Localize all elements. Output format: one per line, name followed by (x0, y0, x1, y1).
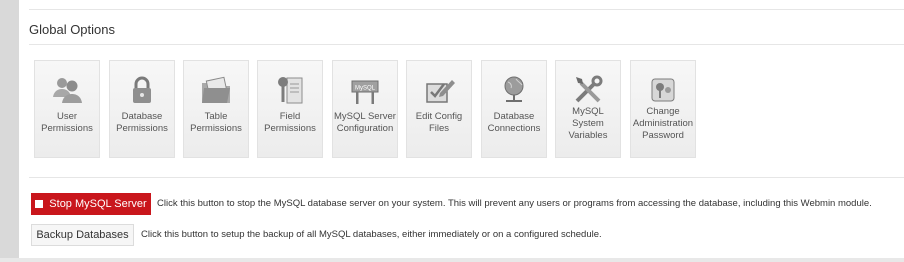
tile-user-permissions[interactable]: User Permissions (34, 60, 100, 158)
tile-label: MySQL System Variables (568, 106, 608, 141)
actions-divider (29, 177, 904, 178)
tile-label: User Permissions (41, 111, 93, 134)
tile-label: Field Permissions (264, 111, 316, 134)
bottom-border (0, 258, 904, 262)
stop-mysql-server-button[interactable]: Stop MySQL Server (31, 193, 151, 215)
tile-database-connections[interactable]: Database Connections (481, 60, 547, 158)
stop-description: Click this button to stop the MySQL data… (157, 198, 872, 209)
users-icon (53, 78, 82, 103)
section-divider (29, 44, 904, 45)
global-options-panel: Global Options User Permissions Database… (19, 0, 904, 258)
mysql-sign-icon: MySQL (351, 80, 379, 104)
tile-label: Table Permissions (190, 111, 242, 134)
lock-icon (133, 76, 151, 103)
backup-databases-button[interactable]: Backup Databases (31, 224, 134, 246)
tile-mysql-system-variables[interactable]: MySQL System Variables (555, 60, 621, 158)
tile-field-permissions[interactable]: Field Permissions (257, 60, 323, 158)
tile-label: Database Connections (487, 111, 541, 134)
section-title: Global Options (29, 22, 115, 37)
tile-label: Database Permissions (116, 111, 168, 134)
file-key-icon (278, 77, 303, 104)
backup-button-label: Backup Databases (36, 229, 129, 241)
tile-edit-config-files[interactable]: Edit Config Files (406, 60, 472, 158)
top-divider (29, 9, 904, 10)
edit-checkbox-icon (426, 80, 455, 103)
tile-label: Change Administration Password (632, 106, 694, 141)
tools-icon (575, 75, 603, 103)
svg-text:MySQL: MySQL (355, 86, 376, 92)
globe-network-icon (504, 76, 524, 102)
key-icon (651, 78, 675, 102)
stop-button-label: Stop MySQL Server (49, 198, 147, 210)
tile-label: MySQL Server Configuration (334, 111, 396, 134)
backup-description: Click this button to setup the backup of… (141, 229, 602, 240)
tile-mysql-server-configuration[interactable]: MySQL MySQL Server Configuration (332, 60, 398, 158)
tile-database-permissions[interactable]: Database Permissions (109, 60, 175, 158)
tile-label: Edit Config Files (415, 111, 463, 134)
tile-table-permissions[interactable]: Table Permissions (183, 60, 249, 158)
stop-icon (35, 200, 44, 208)
tile-change-administration-password[interactable]: Change Administration Password (630, 60, 696, 158)
table-folder-icon (202, 76, 230, 103)
